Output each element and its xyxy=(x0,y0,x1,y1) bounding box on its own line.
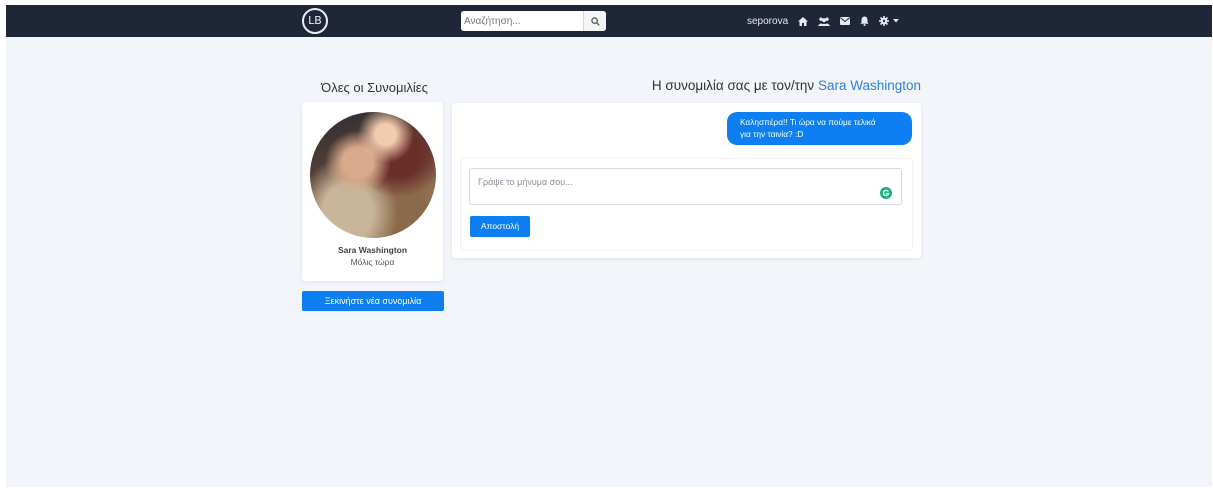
search-box xyxy=(461,11,606,31)
home-icon[interactable] xyxy=(798,16,809,26)
app-frame: LB seporova xyxy=(6,5,1212,487)
chat-panel: Καλησπέρα!! Τι ώρα να πούμε τελικά για τ… xyxy=(452,103,921,258)
search-input[interactable] xyxy=(461,11,583,31)
all-conversations-title: Όλες οι Συνομιλίες xyxy=(321,80,428,95)
new-conversation-button[interactable]: Ξεκινήστε νέα συνομιλία xyxy=(302,291,444,311)
notifications-icon[interactable] xyxy=(860,16,869,26)
message-text-line-1: Καλησπέρα!! Τι ώρα να πούμε τελικά xyxy=(740,117,876,127)
compose-box: Αποστολή xyxy=(460,158,913,250)
message-bubble: Καλησπέρα!! Τι ώρα να πούμε τελικά για τ… xyxy=(727,112,912,145)
message-input[interactable] xyxy=(469,168,902,205)
top-navbar: LB seporova xyxy=(6,5,1212,37)
logo[interactable]: LB xyxy=(302,8,328,34)
message-text-line-2: για την ταινία? :D xyxy=(740,129,804,139)
search-icon xyxy=(590,16,600,26)
nav-right: seporova xyxy=(747,12,900,30)
avatar xyxy=(310,112,436,238)
friends-icon[interactable] xyxy=(818,17,831,26)
conversation-title: Η συνομιλία σας με τον/την Sara Washingt… xyxy=(446,78,921,93)
settings-icon[interactable] xyxy=(879,16,890,26)
contact-card[interactable]: Sara Washington Μόλις τώρα xyxy=(302,102,443,281)
caret-down-icon[interactable] xyxy=(893,19,900,23)
search-button[interactable] xyxy=(583,11,606,31)
conversation-title-prefix: Η συνομιλία σας με τον/την xyxy=(651,78,815,93)
username-link[interactable]: seporova xyxy=(747,16,788,27)
grammar-check-icon[interactable] xyxy=(880,187,892,199)
contact-status: Μόλις τώρα xyxy=(350,257,395,267)
partner-name-link[interactable]: Sara Washington xyxy=(818,78,921,93)
messages-icon[interactable] xyxy=(840,17,851,25)
send-button[interactable]: Αποστολή xyxy=(470,216,530,237)
contact-name: Sara Washington xyxy=(337,245,408,255)
